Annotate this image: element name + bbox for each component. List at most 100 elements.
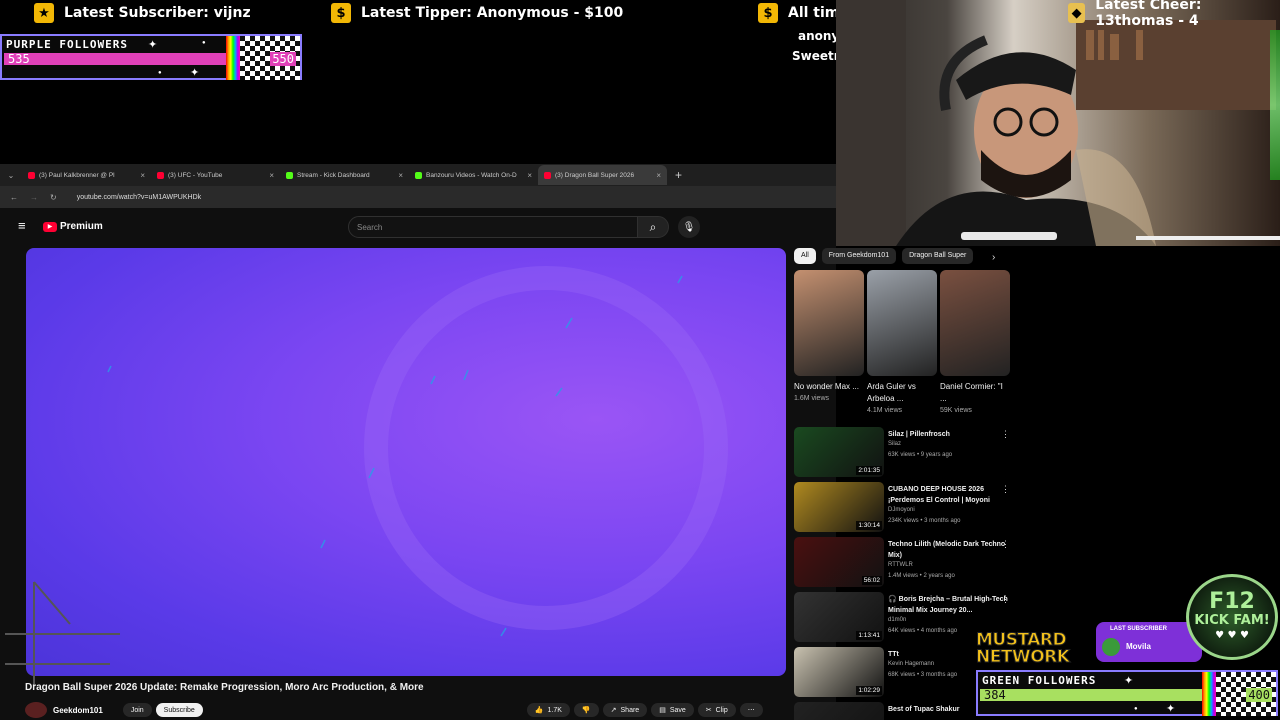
more-options-icon[interactable]: ⋮ — [1001, 429, 1010, 440]
channel-name[interactable]: d1m0n — [888, 617, 906, 623]
last-subscriber-name: Movila — [1126, 642, 1151, 651]
youtube-logo[interactable]: ▶ Premium — [43, 221, 103, 232]
recommended-video[interactable]: 1:30:14 CUBANO DEEP HOUSE 2026 ¡Perdemos … — [794, 482, 1034, 534]
green-goal-target: 400 — [1246, 688, 1272, 702]
video-title: Techno Lilith (Melodic Dark Techno Mix) — [888, 541, 1006, 559]
channel-name[interactable]: Geekdom101 — [53, 706, 103, 715]
channel-name[interactable]: RTTWLR — [888, 562, 913, 568]
more-options-icon[interactable]: ⋮ — [1001, 594, 1010, 605]
short-card[interactable]: No wonder Max ... 1.6M views — [794, 270, 864, 402]
channel-name[interactable]: Kevin Hagemann — [888, 661, 934, 667]
dollar-icon: $ — [331, 3, 351, 23]
green-goal-current: 384 — [984, 688, 1006, 702]
short-title: Daniel Cormier: "I ... — [940, 382, 1003, 403]
search-input[interactable]: Search — [348, 216, 638, 238]
save-button[interactable]: ▤ Save — [651, 703, 694, 717]
filter-chip[interactable]: From Geekdom101 — [821, 248, 897, 264]
video-duration: 1:02:29 — [856, 686, 882, 695]
kick-icon — [286, 171, 293, 179]
tab-title: (3) Dragon Ball Super 2026 — [555, 171, 635, 179]
youtube-icon — [544, 171, 551, 179]
like-button[interactable]: 👍 1.7K — [526, 703, 570, 717]
short-thumbnail[interactable] — [940, 270, 1010, 376]
tab-bar: ⌄ (3) Paul Kalkbrenner @ Pl × (3) UFC - Yo… — [0, 164, 836, 186]
play-logo-icon: ▶ — [43, 221, 57, 232]
filter-chip[interactable]: All — [794, 248, 816, 264]
sparkle-icon: ✦ — [148, 39, 158, 51]
save-label: Save — [669, 706, 686, 714]
video-thumbnail[interactable] — [794, 702, 884, 720]
sparkle-icon: ● — [1134, 706, 1138, 712]
forward-icon[interactable]: → — [30, 193, 38, 202]
video-player[interactable] — [26, 248, 786, 676]
new-tab-button[interactable]: + — [675, 168, 682, 182]
filter-chip[interactable]: Dragon Ball Super — [902, 248, 974, 264]
rainbow-stripe — [1202, 672, 1216, 716]
browser-tab[interactable]: Stream - Kick Dashboard × — [280, 165, 409, 185]
video-title: 🎧 Boris Brejcha – Brutal High-Tech Minim… — [888, 596, 1008, 614]
save-icon: ▤ — [659, 707, 666, 714]
video-duration: 2:01:35 — [856, 466, 882, 475]
channel-name[interactable]: DJmoyoni — [888, 507, 915, 513]
video-meta: 63K views • 9 years ago — [888, 452, 953, 458]
sparkle-icon: ✦ — [190, 67, 200, 79]
microphone-icon[interactable]: 🎙 — [678, 216, 700, 238]
dislike-button[interactable]: 👎 — [573, 703, 599, 717]
browser-tab[interactable]: Banzouru Videos - Watch On-D × — [409, 165, 538, 185]
last-subscriber-label: LAST SUBSCRIBER — [1110, 626, 1168, 632]
chevron-right-icon[interactable]: › — [992, 252, 995, 263]
youtube-icon — [28, 171, 35, 179]
latest-tipper-text: Latest Tipper: Anonymous - $100 — [361, 5, 624, 21]
hearts-icon: ♥ ♥ ♥ — [1215, 629, 1249, 641]
recommended-video[interactable]: 56:02 Techno Lilith (Melodic Dark Techno … — [794, 537, 1034, 589]
mustard-line-2: NETWORK — [975, 647, 1070, 667]
channel-avatar[interactable] — [25, 702, 47, 718]
close-icon[interactable]: × — [269, 171, 274, 180]
reload-icon[interactable]: ↻ — [50, 193, 57, 202]
browser-tab[interactable]: (3) Paul Kalkbrenner @ Pl × — [22, 165, 151, 185]
recommended-video[interactable]: 2:01:35 Silaz | Pillenfrosch Silaz 63K view… — [794, 427, 1034, 479]
share-label: Share — [620, 706, 640, 714]
channel-name[interactable]: Silaz — [888, 441, 901, 447]
youtube-header: ≡ ▶ Premium Search ⌕ 🎙 — [0, 208, 836, 244]
close-icon[interactable]: × — [527, 171, 532, 180]
video-title: Silaz | Pillenfrosch — [888, 431, 950, 438]
browser-tab[interactable]: (3) UFC - YouTube × — [151, 165, 280, 185]
short-thumbnail[interactable] — [794, 270, 864, 376]
short-views: 1.6M views — [794, 395, 830, 402]
like-count: 1.7K — [547, 706, 562, 714]
short-views: 59K views — [940, 407, 972, 414]
search-icon[interactable]: ⌕ — [637, 216, 669, 238]
kick-fam-badge: F12 KICK FAM! ♥ ♥ ♥ — [1186, 574, 1278, 660]
thumbs-down-icon: 👎 — [581, 707, 591, 714]
close-icon[interactable]: × — [398, 171, 403, 180]
more-options-icon[interactable]: ⋮ — [1001, 484, 1010, 495]
mustard-network-logo: MUSTARD NETWORK — [975, 631, 1070, 667]
video-action-row: Geekdom101 Join Subscribe 👍 1.7K 👎 ↗ Share… — [0, 700, 790, 720]
short-card[interactable]: Daniel Cormier: "I ... 59K views — [940, 270, 1010, 414]
back-icon[interactable]: ← — [10, 193, 18, 202]
join-button[interactable]: Join — [122, 703, 152, 717]
sparkle-icon: ✦ — [1124, 675, 1134, 687]
short-title: No wonder Max ... — [794, 382, 859, 391]
browser-tab[interactable]: (3) Dragon Ball Super 2026 × — [538, 165, 667, 185]
more-actions-button[interactable]: ⋯ — [739, 703, 763, 717]
close-icon[interactable]: × — [140, 171, 145, 180]
subscribe-button[interactable]: Subscribe — [155, 703, 203, 717]
short-views: 4.1M views — [867, 407, 903, 414]
overlay-frame-lines — [0, 574, 130, 694]
short-card[interactable]: Arda Guler vs Arbeloa ... 4.1M views — [867, 270, 937, 414]
share-button[interactable]: ↗ Share — [602, 703, 648, 717]
tab-title: Stream - Kick Dashboard — [297, 171, 370, 179]
avatar — [1102, 638, 1120, 656]
tab-title: (3) Paul Kalkbrenner @ Pl — [39, 171, 115, 179]
tab-list-icon[interactable]: ⌄ — [0, 171, 22, 180]
url-field[interactable]: youtube.com/watch?v=uM1AWPUKHDk — [77, 194, 201, 201]
menu-icon[interactable]: ≡ — [18, 218, 26, 233]
latest-cheer: ◆ Latest Cheer: 13thomas - 4 — [1068, 0, 1280, 29]
address-bar: ← → ↻ youtube.com/watch?v=uM1AWPUKHDk — [0, 186, 836, 208]
short-thumbnail[interactable] — [867, 270, 937, 376]
close-icon[interactable]: × — [656, 171, 661, 180]
clip-button[interactable]: ✂ Clip — [697, 703, 736, 717]
more-options-icon[interactable]: ⋮ — [1001, 539, 1010, 550]
